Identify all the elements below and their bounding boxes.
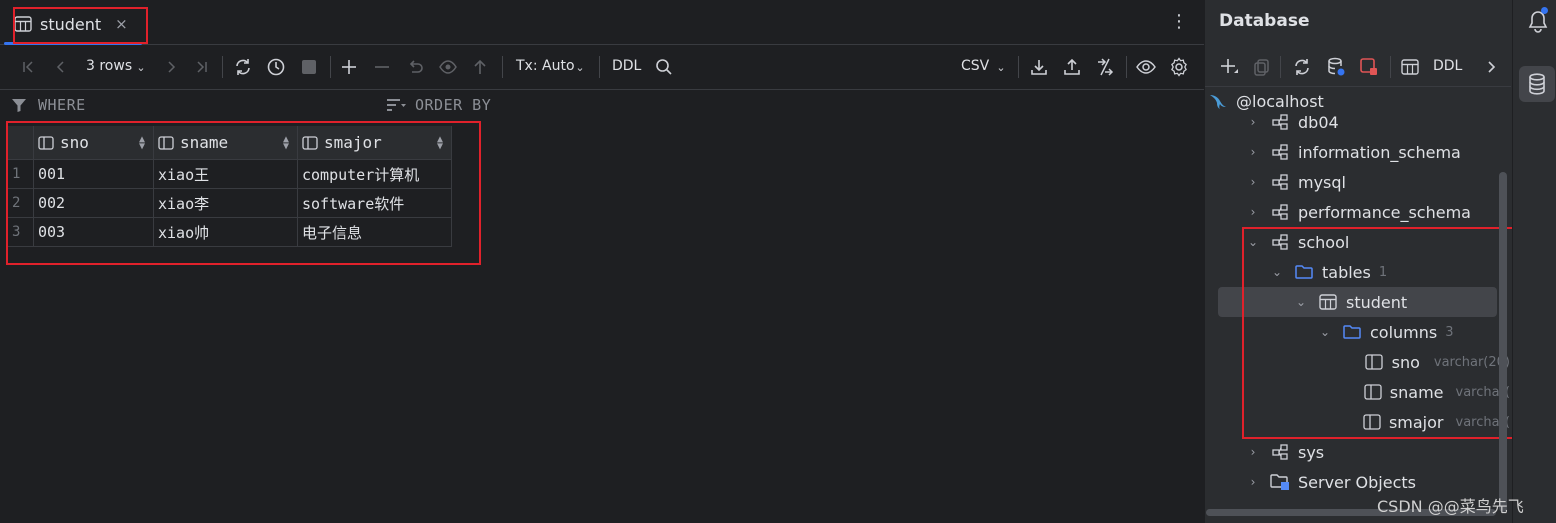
settings-gear-icon[interactable] xyxy=(1167,55,1191,79)
add-row-icon[interactable] xyxy=(337,55,361,79)
stop-icon[interactable] xyxy=(297,55,321,79)
toolbar-divider xyxy=(599,56,600,78)
toolbar-divider xyxy=(1280,56,1281,78)
chevron-right-icon[interactable]: › xyxy=(1246,175,1260,189)
transaction-mode-dropdown[interactable]: Tx: Auto xyxy=(516,58,575,74)
tree-item-label: mysql xyxy=(1298,172,1346,192)
upload-icon[interactable] xyxy=(1060,55,1084,79)
tree-item-schema[interactable]: › db04 xyxy=(1246,107,1339,137)
tree-item-label: information_schema xyxy=(1298,142,1461,162)
chevron-down-icon[interactable]: ⌄ xyxy=(994,58,1008,76)
rows-count-dropdown[interactable]: 3 rows xyxy=(86,58,132,74)
filter-bar xyxy=(0,90,1204,120)
tree-item-schema[interactable]: › sys xyxy=(1246,437,1325,467)
tree-item-label: Server Objects xyxy=(1298,472,1416,492)
panel-title: Database xyxy=(1219,11,1310,31)
chevron-down-icon[interactable]: ⌄ xyxy=(134,58,148,76)
vertical-scrollbar[interactable] xyxy=(1499,172,1507,512)
chevron-right-icon[interactable] xyxy=(1481,55,1501,79)
tree-item-label: performance_schema xyxy=(1298,202,1471,222)
refresh-icon[interactable] xyxy=(231,55,255,79)
highlight-box-tab xyxy=(13,7,148,44)
history-icon[interactable] xyxy=(264,55,288,79)
tree-item-label: sys xyxy=(1298,442,1325,462)
download-icon[interactable] xyxy=(1027,55,1051,79)
notification-badge xyxy=(1541,7,1548,14)
first-page-icon[interactable] xyxy=(18,56,40,78)
copy-icon[interactable] xyxy=(1250,55,1274,79)
order-by-input[interactable]: ORDER BY xyxy=(415,96,491,114)
watermark-text: CSDN @@菜鸟先飞 xyxy=(1377,497,1524,516)
compare-icon[interactable] xyxy=(1093,55,1117,79)
schema-icon xyxy=(1270,172,1290,192)
view-icon[interactable] xyxy=(1134,55,1158,79)
toolbar-divider xyxy=(502,56,503,78)
toolbar-divider xyxy=(330,56,331,78)
chevron-right-icon[interactable]: › xyxy=(1246,115,1260,129)
last-page-icon[interactable] xyxy=(190,56,212,78)
filter-icon xyxy=(10,96,28,114)
search-icon[interactable] xyxy=(652,55,676,79)
tree-item-schema[interactable]: › performance_schema xyxy=(1246,197,1471,227)
tree-item-schema[interactable]: › mysql xyxy=(1246,167,1346,197)
prev-page-icon[interactable] xyxy=(50,56,72,78)
ddl-button[interactable]: DDL xyxy=(1433,58,1462,74)
sort-icon xyxy=(385,96,407,114)
schema-icon xyxy=(1270,112,1290,132)
server-objects-icon xyxy=(1270,472,1290,492)
mysql-dolphin-icon xyxy=(1208,91,1228,111)
table-icon[interactable] xyxy=(1398,55,1422,79)
ddl-button[interactable]: DDL xyxy=(612,58,641,74)
more-options-icon[interactable]: ⋮ xyxy=(1168,10,1190,32)
export-format-dropdown[interactable]: CSV xyxy=(961,58,989,74)
refresh-icon[interactable] xyxy=(1290,55,1314,79)
submit-icon[interactable] xyxy=(468,55,492,79)
tab-bar xyxy=(0,0,1204,45)
toolbar-divider xyxy=(1018,56,1019,78)
highlight-box-grid xyxy=(6,121,481,265)
disconnect-icon[interactable] xyxy=(1357,55,1381,79)
database-icon[interactable] xyxy=(1525,72,1549,96)
delete-row-icon[interactable] xyxy=(370,55,394,79)
highlight-box-tree xyxy=(1242,227,1530,439)
chevron-down-icon[interactable]: ⌄ xyxy=(573,58,587,76)
schema-icon xyxy=(1270,442,1290,462)
chevron-right-icon[interactable]: › xyxy=(1246,205,1260,219)
add-icon[interactable] xyxy=(1217,55,1241,79)
data-source-properties-icon[interactable] xyxy=(1324,55,1348,79)
schema-icon xyxy=(1270,202,1290,222)
revert-icon[interactable] xyxy=(403,55,427,79)
next-page-icon[interactable] xyxy=(160,56,182,78)
tree-item-schema[interactable]: › information_schema xyxy=(1246,137,1461,167)
schema-icon xyxy=(1270,142,1290,162)
toolbar-divider xyxy=(222,56,223,78)
chevron-right-icon[interactable]: › xyxy=(1246,145,1260,159)
where-filter-input[interactable]: WHERE xyxy=(38,96,86,114)
tree-item-label: db04 xyxy=(1298,112,1339,132)
preview-changes-icon[interactable] xyxy=(436,55,460,79)
toolbar-divider xyxy=(1390,56,1391,78)
chevron-right-icon[interactable]: › xyxy=(1246,475,1260,489)
toolbar-divider xyxy=(1126,56,1127,78)
chevron-right-icon[interactable]: › xyxy=(1246,445,1260,459)
